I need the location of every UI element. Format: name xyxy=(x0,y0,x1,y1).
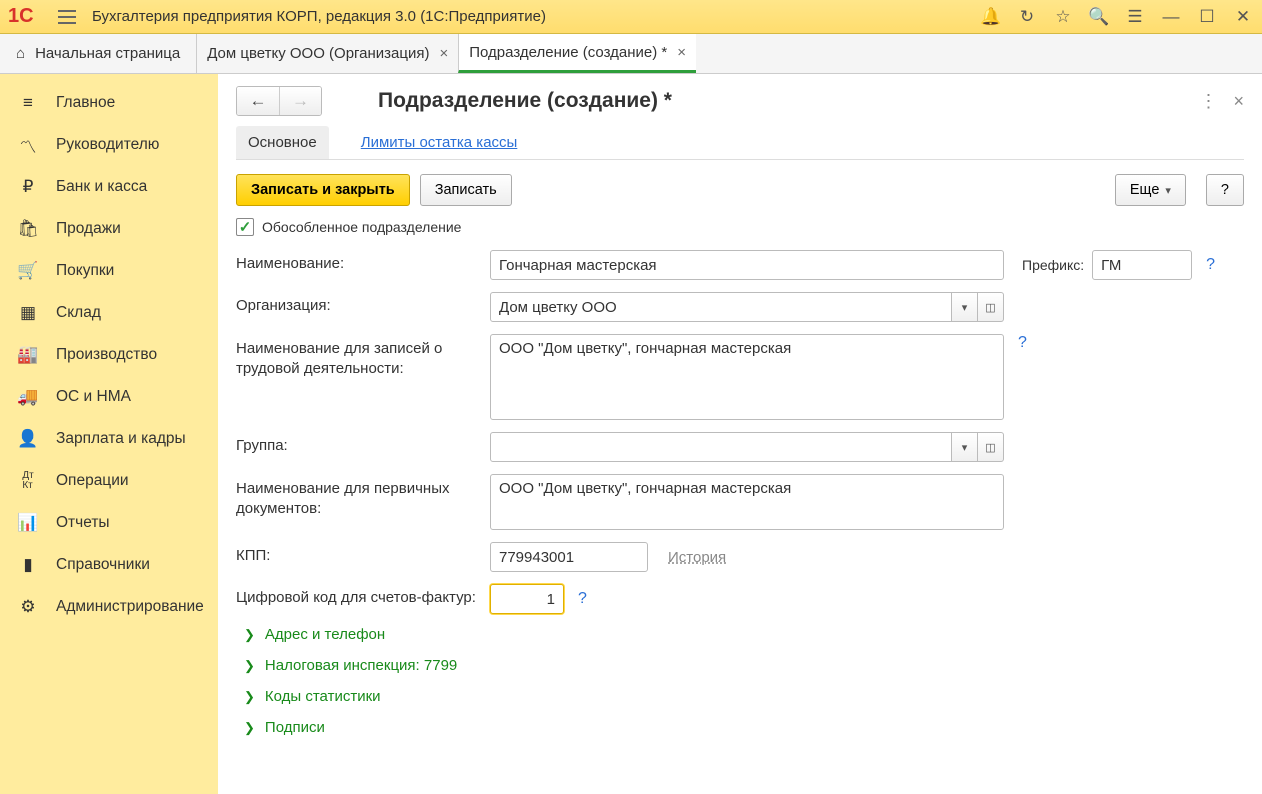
label-labor-name: Наименование для записей о трудовой деят… xyxy=(236,334,490,378)
sidebar-item-purchases[interactable]: 🛒Покупки xyxy=(0,250,218,292)
bars-icon: 📊 xyxy=(18,513,38,533)
label-prefix: Префикс: xyxy=(1022,257,1084,273)
save-close-button[interactable]: Записать и закрыть xyxy=(236,174,410,206)
expander-stats[interactable]: ❯Коды статистики xyxy=(244,688,1244,705)
close-window-icon[interactable]: ✕ xyxy=(1232,6,1254,28)
boxes-icon: ▦ xyxy=(18,303,38,323)
sidebar-item-reports[interactable]: 📊Отчеты xyxy=(0,502,218,544)
truck-icon: 🚚 xyxy=(18,387,38,407)
toolbar: Записать и закрыть Записать Еще ? xyxy=(236,174,1244,206)
label-digital-code: Цифровой код для счетов-фактур: xyxy=(236,584,490,606)
sidebar: ≡Главное 〽Руководителю ₽Банк и касса 🛍Пр… xyxy=(0,74,218,794)
open-icon[interactable]: ◫ xyxy=(978,292,1004,322)
help-icon[interactable]: ? xyxy=(578,590,587,608)
sidebar-item-assets[interactable]: 🚚ОС и НМА xyxy=(0,376,218,418)
close-icon[interactable]: × xyxy=(677,44,686,61)
sidebar-item-catalogs[interactable]: ▮Справочники xyxy=(0,544,218,586)
star-icon[interactable]: ☆ xyxy=(1052,6,1074,28)
chart-icon: 〽 xyxy=(18,135,38,155)
subtab-main[interactable]: Основное xyxy=(236,126,329,159)
digital-code-input[interactable] xyxy=(490,584,564,614)
back-button[interactable]: ← xyxy=(237,87,279,115)
separate-subdivision-label: Обособленное подразделение xyxy=(262,219,461,235)
subtab-cash-limits[interactable]: Лимиты остатка кассы xyxy=(349,126,530,159)
prefix-input[interactable] xyxy=(1092,250,1192,280)
label-name: Наименование: xyxy=(236,250,490,272)
gear-icon: ⚙ xyxy=(18,597,38,617)
sidebar-item-bank[interactable]: ₽Банк и касса xyxy=(0,166,218,208)
maximize-icon[interactable]: ☐ xyxy=(1196,6,1218,28)
close-page-icon[interactable]: × xyxy=(1233,91,1244,112)
dropdown-icon[interactable]: ▾ xyxy=(952,292,978,322)
label-group: Группа: xyxy=(236,432,490,454)
kpp-input[interactable] xyxy=(490,542,648,572)
page-title: Подразделение (создание) * xyxy=(378,89,1199,113)
tabbar: ⌂ Начальная страница Дом цветку ООО (Орг… xyxy=(0,34,1262,74)
more-button[interactable]: Еще xyxy=(1115,174,1186,206)
bell-icon[interactable]: 🔔 xyxy=(980,6,1002,28)
dropdown-icon[interactable]: ▾ xyxy=(952,432,978,462)
subtabs: Основное Лимиты остатка кассы xyxy=(236,126,1244,160)
home-icon: ⌂ xyxy=(16,45,25,62)
group-input[interactable] xyxy=(490,432,952,462)
label-kpp: КПП: xyxy=(236,542,490,564)
sidebar-item-operations[interactable]: ДтКтОперации xyxy=(0,460,218,502)
app-title: Бухгалтерия предприятия КОРП, редакция 3… xyxy=(92,8,980,25)
name-input[interactable] xyxy=(490,250,1004,280)
cart-icon: 🛒 xyxy=(18,261,38,281)
kebab-icon[interactable]: ⋮ xyxy=(1199,91,1217,112)
tab-subdivision[interactable]: Подразделение (создание) * × xyxy=(458,34,696,73)
sidebar-item-hr[interactable]: 👤Зарплата и кадры xyxy=(0,418,218,460)
primary-name-textarea[interactable] xyxy=(490,474,1004,530)
dtkt-icon: ДтКт xyxy=(18,471,38,491)
help-icon[interactable]: ? xyxy=(1206,256,1215,274)
forward-button[interactable]: → xyxy=(279,87,321,115)
search-icon[interactable]: 🔍 xyxy=(1088,6,1110,28)
label-organization: Организация: xyxy=(236,292,490,314)
home-tab[interactable]: ⌂ Начальная страница xyxy=(0,34,196,73)
sidebar-item-production[interactable]: 🏭Производство xyxy=(0,334,218,376)
list-icon: ≡ xyxy=(18,93,38,113)
hamburger-icon[interactable] xyxy=(58,5,82,29)
factory-icon: 🏭 xyxy=(18,345,38,365)
chevron-right-icon: ❯ xyxy=(244,720,255,736)
chevron-right-icon: ❯ xyxy=(244,627,255,643)
chevron-right-icon: ❯ xyxy=(244,658,255,674)
expander-tax[interactable]: ❯Налоговая инспекция: 7799 xyxy=(244,657,1244,674)
chevron-right-icon: ❯ xyxy=(244,689,255,705)
sidebar-item-main[interactable]: ≡Главное xyxy=(0,82,218,124)
tab-label: Подразделение (создание) * xyxy=(469,44,667,61)
organization-input[interactable] xyxy=(490,292,952,322)
home-tab-label: Начальная страница xyxy=(35,45,180,62)
help-icon[interactable]: ? xyxy=(1018,334,1027,352)
separate-subdivision-checkbox[interactable]: ✓ xyxy=(236,218,254,236)
ruble-icon: ₽ xyxy=(18,177,38,197)
expander-address[interactable]: ❯Адрес и телефон xyxy=(244,626,1244,643)
nav-buttons: ← → xyxy=(236,86,322,116)
filter-icon[interactable]: ☰ xyxy=(1124,6,1146,28)
person-icon: 👤 xyxy=(18,429,38,449)
bag-icon: 🛍 xyxy=(18,219,38,239)
logo-1c: 1C xyxy=(8,6,48,28)
history-link[interactable]: История xyxy=(668,549,726,566)
tab-organization[interactable]: Дом цветку ООО (Организация) × xyxy=(196,34,458,73)
labor-name-textarea[interactable] xyxy=(490,334,1004,420)
titlebar-actions: 🔔 ↻ ☆ 🔍 ☰ — ☐ ✕ xyxy=(980,6,1254,28)
minimize-icon[interactable]: — xyxy=(1160,6,1182,28)
open-icon[interactable]: ◫ xyxy=(978,432,1004,462)
label-primary-name: Наименование для первичных документов: xyxy=(236,474,490,518)
sidebar-item-admin[interactable]: ⚙Администрирование xyxy=(0,586,218,628)
sidebar-item-warehouse[interactable]: ▦Склад xyxy=(0,292,218,334)
titlebar: 1C Бухгалтерия предприятия КОРП, редакци… xyxy=(0,0,1262,34)
tab-label: Дом цветку ООО (Организация) xyxy=(207,45,429,62)
help-button[interactable]: ? xyxy=(1206,174,1244,206)
content: ← → Подразделение (создание) * ⋮ × Основ… xyxy=(218,74,1262,794)
history-icon[interactable]: ↻ xyxy=(1016,6,1038,28)
sidebar-item-sales[interactable]: 🛍Продажи xyxy=(0,208,218,250)
book-icon: ▮ xyxy=(18,555,38,575)
sidebar-item-manager[interactable]: 〽Руководителю xyxy=(0,124,218,166)
close-icon[interactable]: × xyxy=(440,45,449,62)
save-button[interactable]: Записать xyxy=(420,174,512,206)
expander-signatures[interactable]: ❯Подписи xyxy=(244,719,1244,736)
